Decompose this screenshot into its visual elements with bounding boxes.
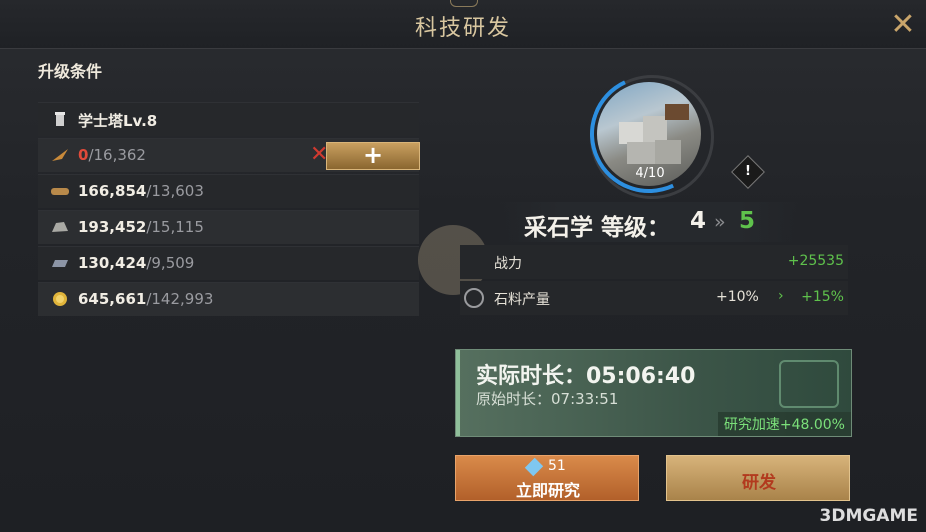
warning-icon[interactable]: !	[736, 160, 760, 184]
tech-research-panel: 科技研发 ✕ 升级条件 学士塔Lv.8 0/16,362 ✕ + 166,854…	[0, 0, 926, 532]
research-button[interactable]: 研发	[666, 455, 850, 501]
gem-icon	[524, 457, 544, 477]
gem-cost: 51	[548, 458, 566, 474]
requirement-row-gold: 645,661/142,993	[38, 282, 419, 316]
book-icon	[779, 360, 839, 408]
tech-name: 采石学 等级：	[524, 215, 671, 241]
stat-row-stone-output: 石料产量 +10% › +15%	[460, 281, 848, 315]
requirement-row-wood: 166,854/13,603	[38, 174, 419, 208]
stat-arrow-icon: ›	[778, 288, 784, 304]
resource-need: /142,993	[146, 290, 214, 308]
gear-icon	[464, 288, 484, 308]
research-time-box: 实际时长：05:06:40 原始时长：07:33:51 研究加速+48.00%	[455, 349, 852, 437]
title-ornament-icon	[450, 0, 478, 7]
gold-icon	[53, 292, 67, 306]
conditions-title: 升级条件	[38, 62, 103, 81]
stat-label: 战力	[494, 256, 522, 272]
stat-next: +15%	[801, 289, 844, 305]
tech-progress: 4/10	[635, 166, 665, 181]
resource-amount: 166,854/13,603	[78, 182, 204, 200]
building-requirement-label: 学士塔Lv.8	[78, 112, 158, 130]
feather-icon	[52, 149, 68, 161]
stat-row-power: 战力 +25535	[460, 245, 848, 279]
title-bar: 科技研发 ✕	[0, 0, 926, 49]
progress-arc	[573, 58, 725, 210]
resource-need: /15,115	[146, 218, 204, 236]
resource-current: 645,661	[78, 290, 147, 308]
close-icon[interactable]: ✕	[886, 8, 920, 42]
resource-need: /16,362	[88, 146, 146, 164]
resource-current: 130,424	[78, 254, 147, 272]
requirement-building: 学士塔Lv.8	[38, 102, 419, 136]
instant-research-label: 立即研究	[515, 481, 580, 500]
resource-need: /9,509	[146, 254, 195, 272]
resource-amount: 0/16,362	[78, 146, 146, 164]
stat-current: +10%	[716, 289, 759, 305]
research-label: 研发	[742, 473, 776, 493]
stone-icon	[52, 222, 68, 232]
research-speedup: 研究加速+48.00%	[717, 412, 851, 436]
level-next: 5	[739, 208, 756, 234]
stat-label: 石料产量	[494, 292, 550, 308]
tower-icon	[55, 112, 65, 126]
resource-amount: 645,661/142,993	[78, 290, 213, 308]
actual-duration: 实际时长：05:06:40	[476, 364, 696, 389]
instant-research-button[interactable]: 51 立即研究	[455, 455, 639, 501]
add-resource-button[interactable]: +	[326, 142, 420, 170]
watermark-text: 3DMGAME	[819, 506, 919, 526]
resource-need: /13,603	[146, 182, 204, 200]
resource-amount: 193,452/15,115	[78, 218, 204, 236]
resource-amount: 130,424/9,509	[78, 254, 194, 272]
page-title: 科技研发	[414, 16, 511, 41]
iron-icon	[52, 260, 68, 267]
time-box-accent	[456, 350, 460, 436]
original-duration: 原始时长：07:33:51	[476, 390, 619, 408]
requirement-row-stone: 193,452/15,115	[38, 210, 419, 244]
requirement-row-iron: 130,424/9,509	[38, 246, 419, 280]
wood-icon	[51, 188, 69, 195]
level-arrow-icon: »	[714, 211, 726, 233]
stat-next: +25535	[787, 253, 844, 269]
resource-current: 193,452	[78, 218, 147, 236]
resource-current: 0	[78, 146, 89, 164]
requirement-row-feather: 0/16,362 ✕ +	[38, 138, 420, 172]
resource-current: 166,854	[78, 182, 147, 200]
level-current: 4	[690, 208, 707, 234]
